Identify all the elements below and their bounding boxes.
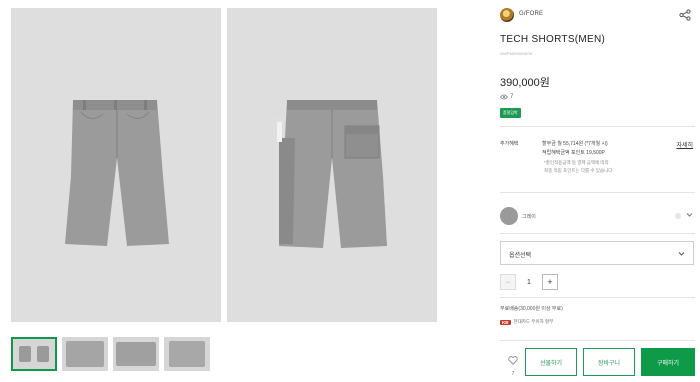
status-badge: 품절임박 — [500, 108, 521, 118]
divider — [500, 297, 695, 298]
benefit-installment: 할부금 월 55,714원 (*7개월 시) — [542, 141, 608, 147]
product-title: TECH SHORTS(MEN) — [500, 34, 606, 45]
heart-icon — [508, 356, 518, 365]
card-logo: KB — [500, 319, 511, 325]
share-icon[interactable] — [679, 9, 691, 21]
brand-row: G/FORE — [500, 8, 695, 24]
like-count: 7 — [511, 371, 515, 377]
product-price: 390,000원 — [500, 77, 550, 89]
eye-icon — [500, 94, 508, 100]
chevron-down-icon — [678, 252, 685, 256]
view-count-value: 7 — [510, 94, 514, 100]
card-benefit-text[interactable]: 현대카드 무이자 할부 — [514, 319, 554, 325]
thumbnail-1[interactable] — [11, 337, 57, 371]
product-photo-front[interactable] — [11, 8, 221, 322]
divider — [500, 126, 695, 127]
shipping-info: 무료배송(30,000원 이상 무료) — [500, 306, 563, 312]
like-button[interactable]: 7 — [506, 352, 520, 377]
buy-now-button[interactable]: 구매하기 — [641, 348, 695, 376]
option-select[interactable]: 옵션선택 — [500, 241, 694, 265]
thumbnail-2[interactable] — [62, 337, 108, 371]
color-swatch[interactable] — [500, 207, 518, 225]
quantity-decrease-button[interactable]: − — [500, 274, 516, 290]
card-benefit: KB 현대카드 무이자 할부 — [500, 319, 553, 325]
benefits-label: 추가혜택 — [500, 141, 519, 147]
color-name: 그레이 — [522, 214, 536, 220]
thumbnail-strip — [11, 337, 210, 371]
quantity-stepper: − 1 + — [500, 274, 558, 290]
shorts-back-image — [275, 100, 387, 248]
brand-name[interactable]: G/FORE — [519, 11, 543, 17]
divider — [500, 192, 695, 193]
add-to-cart-button[interactable]: 장바구니 — [583, 348, 635, 376]
benefit-points: 적립혜택금액 포인트 19,500P — [542, 150, 605, 156]
thumbnail-3[interactable] — [113, 337, 159, 371]
chevron-down-icon[interactable] — [686, 211, 693, 218]
divider — [500, 340, 695, 341]
quantity-increase-button[interactable]: + — [542, 274, 558, 290]
benefit-note-1: *할인적용금액 등 결제 금액에 따라 — [544, 160, 609, 165]
view-count: 7 — [500, 94, 513, 100]
thumbnail-4[interactable] — [164, 337, 210, 371]
color-selector[interactable]: 그레이 — [500, 207, 695, 225]
divider — [500, 233, 695, 234]
quantity-value[interactable]: 1 — [516, 279, 542, 286]
gift-button[interactable]: 선물하기 — [525, 348, 577, 376]
benefit-note-2: 최종 적립 포인트는 다를 수 있습니다. — [544, 168, 614, 173]
product-code: GMPN00000000 — [500, 51, 533, 56]
option-select-label: 옵션선택 — [509, 253, 532, 259]
benefits-detail-link[interactable]: 자세히 — [676, 140, 693, 149]
color-dot — [675, 213, 681, 219]
brand-avatar[interactable] — [500, 8, 514, 22]
shorts-front-image — [65, 100, 169, 246]
product-photo-back[interactable] — [227, 8, 437, 322]
